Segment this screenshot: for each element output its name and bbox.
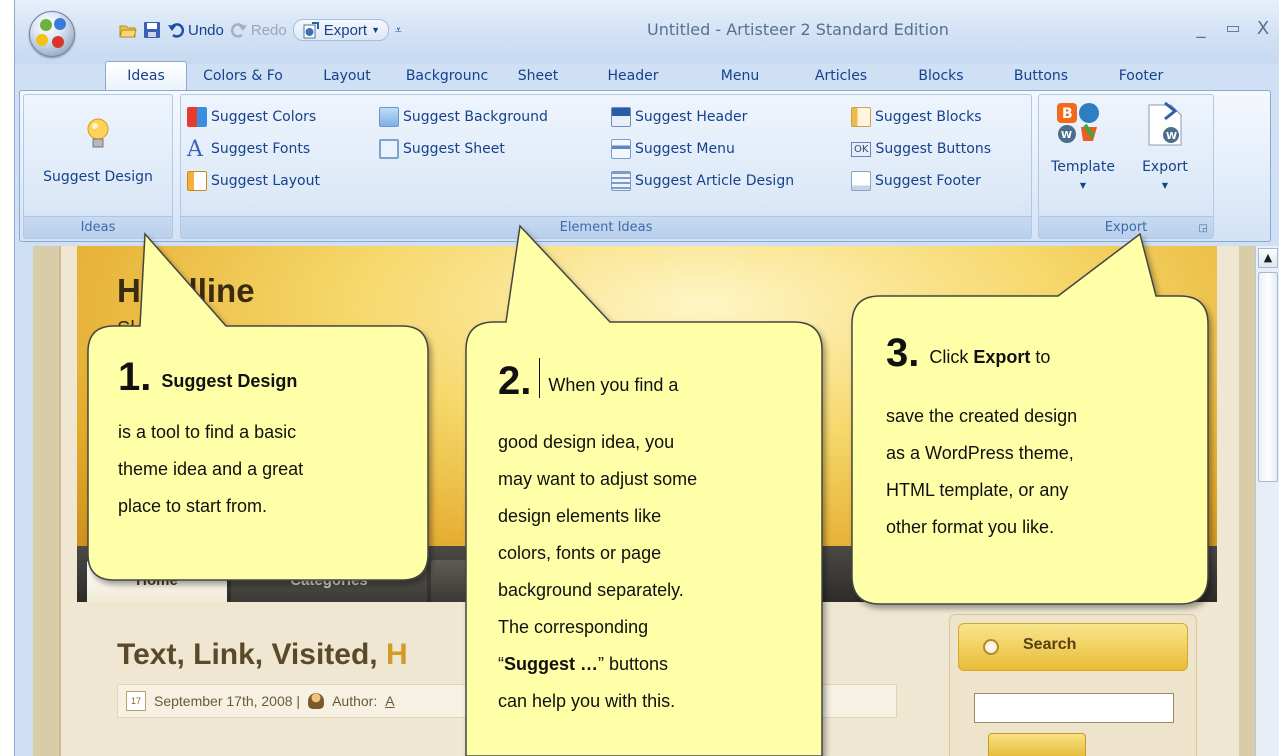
callout-3-click: Click <box>929 347 974 367</box>
callout-1-line-3: place to start from. <box>118 496 268 516</box>
callout-2-line-1: good design idea, you <box>498 432 675 452</box>
callout-2-line-3: design elements like <box>498 506 662 526</box>
callout-2-intro: When you find a <box>548 375 679 395</box>
callout-3-intro: Click Export to <box>929 342 1050 372</box>
callout-2-line-4: colors, fonts or page <box>498 543 662 563</box>
quote-rest: ” buttons <box>598 654 669 674</box>
callout-1-number: 1. <box>118 355 152 399</box>
callout-3-line-1: save the created design <box>886 406 1078 426</box>
callout-1-heading: Suggest Design <box>161 371 298 391</box>
suggest-bold: Suggest … <box>504 654 599 674</box>
callout-3-export-bold: Export <box>973 347 1031 367</box>
callout-3-header: 3. Click Export to <box>886 326 1077 375</box>
callout-3-line-4: other format you like. <box>886 517 1055 537</box>
text-cursor <box>539 358 541 398</box>
callout-2-line-5: background separately. <box>498 580 684 600</box>
callout-1-text: 1. Suggest Design is a tool to find a ba… <box>118 346 303 525</box>
callout-3-line-2: as a WordPress theme, <box>886 443 1074 463</box>
callout-2-line-2: may want to adjust some <box>498 469 698 489</box>
callout-3-line-3: HTML template, or any <box>886 480 1069 500</box>
callout-1-line-2: theme idea and a great <box>118 459 304 479</box>
callout-3-text: 3. Click Export to save the created desi… <box>886 326 1077 546</box>
callout-2-header: 2. When you find a <box>498 346 697 403</box>
callout-2-line-6: The corresponding <box>498 617 649 637</box>
callout-1-header: 1. Suggest Design <box>118 346 303 399</box>
callout-3-number: 3. <box>886 331 920 375</box>
callout-1-line-1: is a tool to find a basic <box>118 422 297 442</box>
callout-2-line-8: can help you with this. <box>498 691 676 711</box>
callout-3-to: to <box>1030 347 1051 367</box>
callout-2-line-7: “Suggest …” buttons <box>498 646 697 683</box>
callout-2-number: 2. <box>498 359 532 403</box>
callout-2-text: 2. When you find a good design idea, you… <box>498 346 697 720</box>
